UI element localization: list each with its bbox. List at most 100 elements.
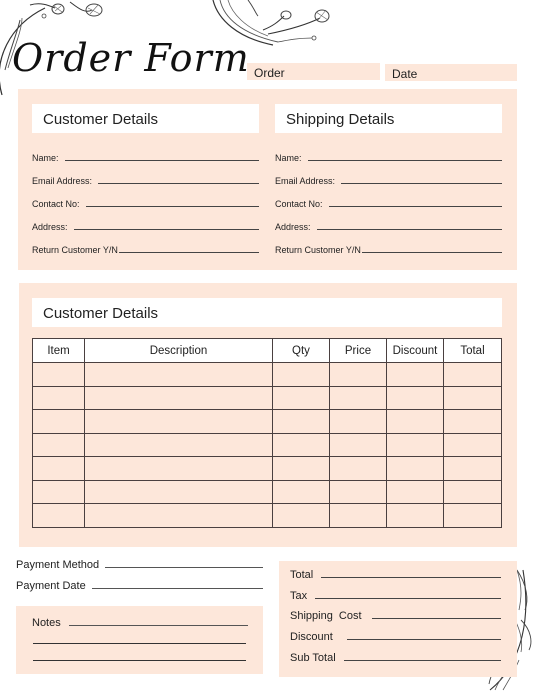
table-cell[interactable] xyxy=(272,409,330,434)
table-cell[interactable] xyxy=(443,409,502,434)
input-line[interactable] xyxy=(343,660,501,661)
shipping-return-field[interactable]: Return Customer Y/N xyxy=(275,243,502,255)
input-line[interactable] xyxy=(85,206,259,207)
input-line[interactable] xyxy=(91,588,263,589)
payment-method-field[interactable]: Payment Method xyxy=(16,559,263,571)
table-row xyxy=(32,456,502,481)
order-field[interactable]: Order xyxy=(247,63,380,80)
table-cell[interactable] xyxy=(443,432,502,457)
table-cell[interactable] xyxy=(386,503,444,528)
summary-tax-field[interactable]: Tax xyxy=(290,590,501,602)
customer-address-field[interactable]: Address: xyxy=(32,220,259,232)
customer-return-field[interactable]: Return Customer Y/N xyxy=(32,243,259,255)
input-line[interactable] xyxy=(68,625,248,626)
customer-name-field[interactable]: Name: xyxy=(32,151,259,163)
table-cell[interactable] xyxy=(386,479,444,504)
notes-line[interactable] xyxy=(33,643,246,644)
table-cell[interactable] xyxy=(32,479,85,504)
table-cell[interactable] xyxy=(329,503,387,528)
table-cell[interactable] xyxy=(386,385,444,410)
shipping-email-field[interactable]: Email Address: xyxy=(275,174,502,186)
field-label: Contact No: xyxy=(275,199,323,209)
summary-total-field[interactable]: Total xyxy=(290,569,501,581)
table-cell[interactable] xyxy=(443,503,502,528)
date-field[interactable]: Date xyxy=(385,64,517,81)
table-cell[interactable] xyxy=(272,479,330,504)
table-cell[interactable] xyxy=(32,432,85,457)
table-cell[interactable] xyxy=(32,503,85,528)
table-cell[interactable] xyxy=(272,503,330,528)
field-label: Name: xyxy=(32,153,59,163)
table-cell[interactable] xyxy=(84,479,273,504)
input-line[interactable] xyxy=(73,229,259,230)
table-row xyxy=(32,479,502,504)
table-cell[interactable] xyxy=(84,385,273,410)
table-cell[interactable] xyxy=(386,456,444,481)
shipping-contact-field[interactable]: Contact No: xyxy=(275,197,502,209)
table-cell[interactable] xyxy=(84,503,273,528)
input-line[interactable] xyxy=(98,183,259,184)
customer-email-field[interactable]: Email Address: xyxy=(32,174,259,186)
payment-date-field[interactable]: Payment Date xyxy=(16,580,263,592)
customer-contact-field[interactable]: Contact No: xyxy=(32,197,259,209)
input-line[interactable] xyxy=(316,229,502,230)
table-cell[interactable] xyxy=(329,456,387,481)
date-label: Date xyxy=(392,67,418,81)
table-cell[interactable] xyxy=(386,432,444,457)
input-line[interactable] xyxy=(118,252,259,253)
table-row xyxy=(32,385,502,410)
notes-line[interactable] xyxy=(33,660,246,661)
table-cell[interactable] xyxy=(32,385,85,410)
field-label: Address: xyxy=(275,222,311,232)
table-cell[interactable] xyxy=(84,409,273,434)
input-line[interactable] xyxy=(371,618,501,619)
shipping-address-field[interactable]: Address: xyxy=(275,220,502,232)
input-line[interactable] xyxy=(105,567,263,568)
field-label: Return Customer Y/N xyxy=(32,245,118,255)
table-cell[interactable] xyxy=(329,362,387,387)
table-cell[interactable] xyxy=(84,362,273,387)
input-line[interactable] xyxy=(328,206,502,207)
notes-label: Notes xyxy=(32,617,61,629)
shipping-details-heading: Shipping Details xyxy=(275,104,502,133)
input-line[interactable] xyxy=(346,639,501,640)
table-cell[interactable] xyxy=(443,362,502,387)
input-line[interactable] xyxy=(361,252,502,253)
table-cell[interactable] xyxy=(32,362,85,387)
table-row xyxy=(32,362,502,387)
table-cell[interactable] xyxy=(329,432,387,457)
table-cell[interactable] xyxy=(386,362,444,387)
table-cell[interactable] xyxy=(329,385,387,410)
notes-field[interactable]: Notes xyxy=(32,617,248,629)
table-cell[interactable] xyxy=(386,409,444,434)
payment-date-label: Payment Date xyxy=(16,580,86,592)
table-cell[interactable] xyxy=(84,456,273,481)
table-cell[interactable] xyxy=(272,456,330,481)
input-line[interactable] xyxy=(64,160,259,161)
table-cell[interactable] xyxy=(272,432,330,457)
table-cell[interactable] xyxy=(272,362,330,387)
shipping-name-field[interactable]: Name: xyxy=(275,151,502,163)
table-cell[interactable] xyxy=(32,456,85,481)
input-line[interactable] xyxy=(341,183,502,184)
table-cell[interactable] xyxy=(84,432,273,457)
page-title: Order Form xyxy=(12,36,250,80)
input-line[interactable] xyxy=(315,598,501,599)
column-header-qty: Qty xyxy=(272,338,330,363)
input-line[interactable] xyxy=(307,160,502,161)
field-label: Contact No: xyxy=(32,199,80,209)
field-label: Email Address: xyxy=(32,176,93,186)
table-cell[interactable] xyxy=(329,479,387,504)
summary-discount-field[interactable]: Discount xyxy=(290,631,501,643)
table-cell[interactable] xyxy=(32,409,85,434)
table-cell[interactable] xyxy=(329,409,387,434)
input-line[interactable] xyxy=(321,577,501,578)
table-cell[interactable] xyxy=(272,385,330,410)
table-cell[interactable] xyxy=(443,456,502,481)
table-cell[interactable] xyxy=(443,479,502,504)
items-table: Item Description Qty Price Discount Tota… xyxy=(32,338,502,528)
summary-shipping-cost-field[interactable]: Shipping Cost xyxy=(290,610,501,622)
table-cell[interactable] xyxy=(443,385,502,410)
summary-subtotal-field[interactable]: Sub Total xyxy=(290,652,501,664)
items-heading: Customer Details xyxy=(32,298,502,327)
